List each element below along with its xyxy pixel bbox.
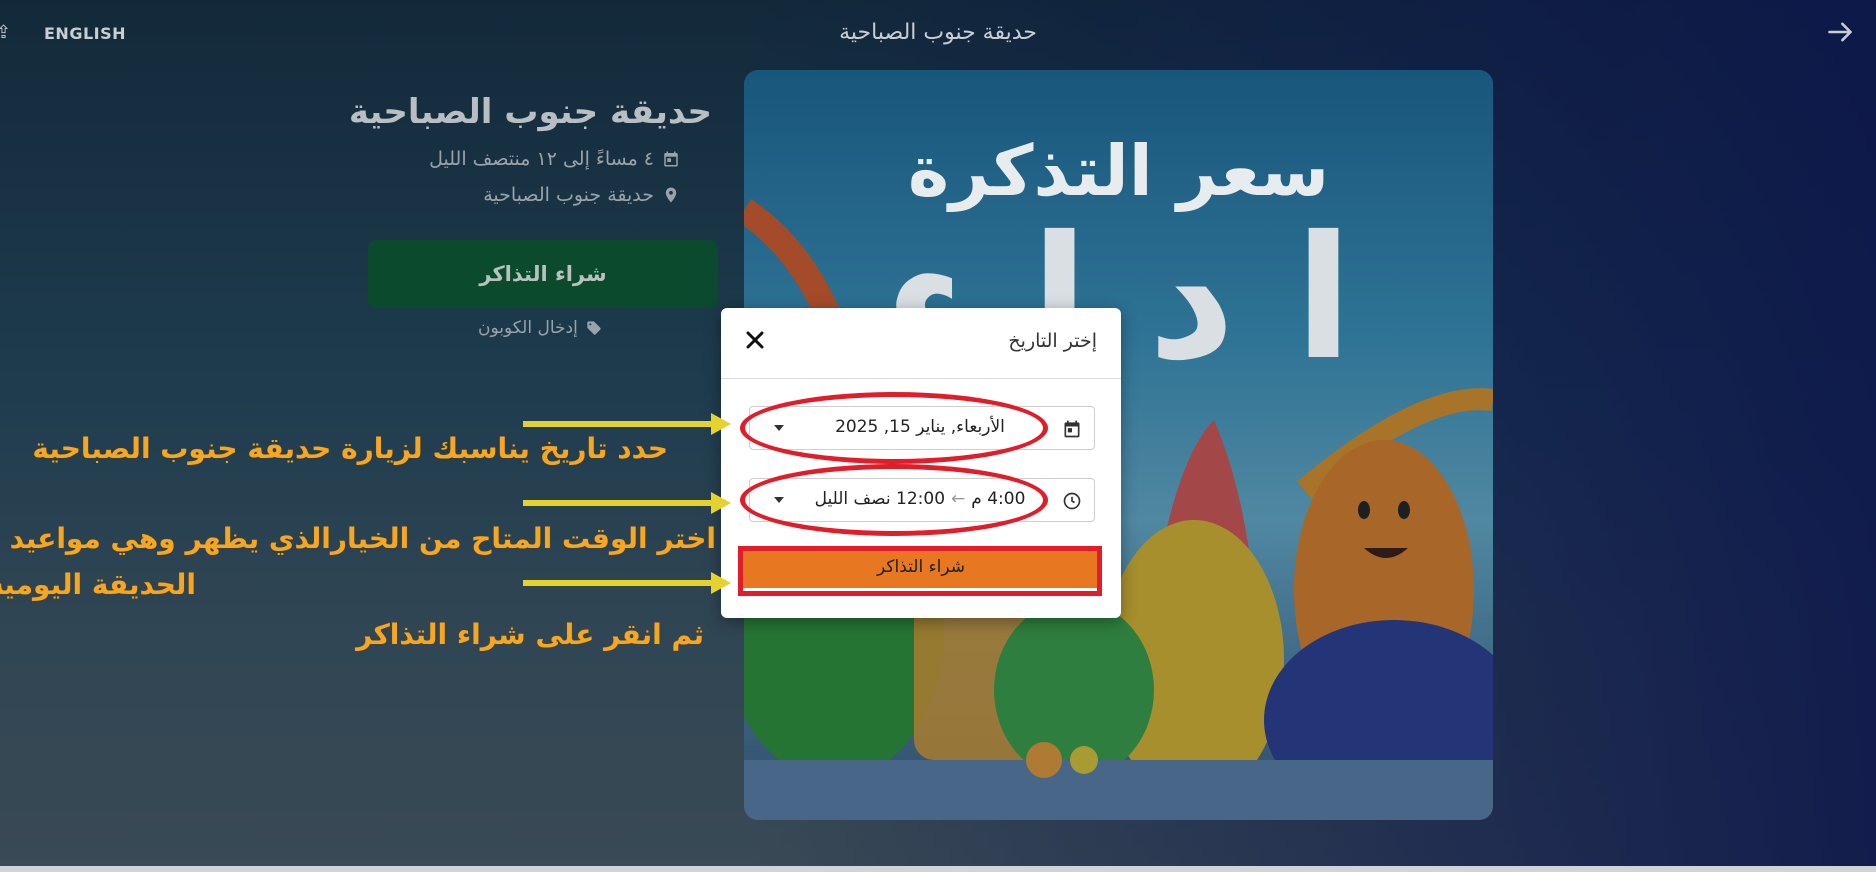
modal-divider xyxy=(721,378,1121,379)
close-icon[interactable] xyxy=(743,328,767,352)
date-highlight-ellipse xyxy=(740,392,1048,464)
buy-highlight-rectangle xyxy=(738,546,1102,596)
back-arrow-icon[interactable] xyxy=(1826,18,1854,46)
pointer-arrow-time xyxy=(523,492,731,514)
event-title: حديقة جنوب الصباحية xyxy=(348,92,712,132)
time-highlight-ellipse xyxy=(740,464,1048,536)
modal-title: إختر التاريخ xyxy=(1008,330,1097,352)
event-time: ٤ مساءً إلى ١٢ منتصف الليل xyxy=(429,148,680,170)
pointer-arrow-buy xyxy=(523,572,731,594)
buy-tickets-button[interactable]: شراء التذاكر xyxy=(368,240,718,308)
instruction-buy: ثم انقر على شراء التذاكر xyxy=(356,618,704,651)
page-title: حديقة جنوب الصباحية xyxy=(839,20,1037,45)
bottom-strip xyxy=(0,866,1876,872)
event-time-text: ٤ مساءً إلى ١٢ منتصف الليل xyxy=(429,148,654,170)
location-pin-icon xyxy=(665,187,677,203)
calendar-icon xyxy=(1064,420,1080,438)
instruction-date: حدد تاريخ يناسبك لزيارة حديقة جنوب الصبا… xyxy=(32,432,668,465)
instruction-time-line1: اختر الوقت المتاح من الخيارالذي يظهر وهي… xyxy=(0,522,716,555)
enter-coupon-link[interactable]: إدخال الكوبون xyxy=(478,318,602,338)
enter-coupon-label: إدخال الكوبون xyxy=(478,318,578,338)
tag-icon xyxy=(587,321,601,335)
instruction-time-line2: الحديقة اليومية xyxy=(0,568,196,601)
event-location: حديقة جنوب الصباحية xyxy=(483,184,680,206)
pointer-arrow-date xyxy=(523,413,731,435)
calendar-icon xyxy=(664,151,678,167)
event-location-text: حديقة جنوب الصباحية xyxy=(483,184,654,206)
clock-icon xyxy=(1063,492,1081,510)
